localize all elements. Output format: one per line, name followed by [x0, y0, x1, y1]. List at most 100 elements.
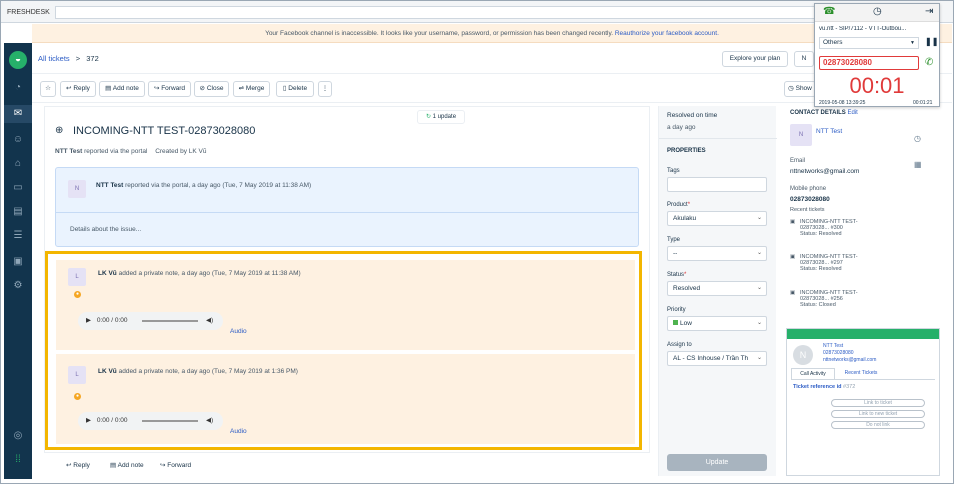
- call-type-select[interactable]: Others ▼: [819, 37, 919, 49]
- caller-number[interactable]: 02873028080: [823, 350, 854, 356]
- merge-icon: ⇌: [238, 85, 245, 92]
- audio-progress-bar[interactable]: [142, 420, 198, 422]
- audio-link[interactable]: Audio: [230, 328, 247, 335]
- tags-input[interactable]: [667, 177, 767, 192]
- update-button[interactable]: Update: [667, 454, 767, 471]
- product-select[interactable]: Akulaku ⌄: [667, 211, 767, 226]
- properties-heading: PROPERTIES: [667, 148, 706, 154]
- type-select[interactable]: -- ⌄: [667, 246, 767, 261]
- private-note: L LK Vũ added a private note, a day ago …: [56, 260, 635, 350]
- dashboard-icon[interactable]: ◔: [4, 79, 32, 97]
- audio-time: 0:00 / 0:00: [96, 317, 128, 324]
- recent-ticket-item[interactable]: ▣ INCOMING-NTT TEST- 02873028... #297 St…: [790, 254, 858, 272]
- recent-ticket-item[interactable]: ▣ INCOMING-NTT TEST- 02873028... #300 St…: [790, 219, 858, 237]
- pause-icon[interactable]: ❚❚: [925, 37, 938, 46]
- contact-name[interactable]: NTT Test: [816, 128, 842, 135]
- phone-icon[interactable]: ☎: [823, 6, 835, 17]
- product-value: Akulaku: [673, 215, 697, 222]
- reports-icon[interactable]: ☰: [4, 227, 32, 245]
- check-circle-icon: ⊘: [199, 85, 205, 92]
- note-author: LK Vũ: [98, 368, 117, 375]
- play-icon[interactable]: ▶: [86, 317, 91, 324]
- update-badge[interactable]: ↻ 1 update: [417, 110, 465, 124]
- show-activities-button[interactable]: ◷ Show: [784, 81, 816, 97]
- merge-label: Merge: [245, 85, 265, 92]
- call-type-value: Others: [823, 39, 843, 46]
- assign-select[interactable]: AL - CS Inhouse / Trần Th ⌄: [667, 351, 767, 366]
- tab-call-activity[interactable]: Call Activity: [791, 368, 835, 379]
- add-note-label: Add note: [117, 462, 144, 469]
- audio-link[interactable]: Audio: [230, 428, 247, 435]
- forward-button[interactable]: ↪ Forward: [148, 81, 191, 97]
- mobile-label: Mobile phone: [790, 186, 827, 192]
- play-icon[interactable]: ▶: [86, 417, 91, 424]
- bottom-add-note-button[interactable]: ▤ Add note: [110, 461, 144, 469]
- dial-number-input[interactable]: 02873028080: [819, 56, 919, 70]
- forums-icon[interactable]: ▤: [4, 203, 32, 221]
- chevron-down-icon: ⌄: [756, 320, 762, 326]
- link-to-new-ticket-button[interactable]: Link to new ticket: [831, 410, 925, 418]
- close-label: Close: [206, 85, 224, 92]
- resolved-label: Resolved on time: [667, 112, 718, 119]
- timer-icon[interactable]: ◷: [914, 134, 921, 143]
- new-button[interactable]: N: [794, 51, 814, 67]
- audio-player[interactable]: ▶ 0:00 / 0:00 ◀): [78, 412, 223, 430]
- audio-progress-bar[interactable]: [142, 320, 198, 322]
- avatar: L: [68, 366, 86, 384]
- close-button[interactable]: ⊘ Close: [194, 81, 229, 97]
- priority-select[interactable]: Low ⌄: [667, 316, 767, 331]
- social-icon[interactable]: ⌂: [4, 155, 32, 173]
- status-select[interactable]: Resolved ⌄: [667, 281, 767, 296]
- logout-icon[interactable]: ⇥: [925, 6, 933, 17]
- tab-recent-tickets[interactable]: Recent Tickets: [839, 368, 883, 379]
- add-note-button[interactable]: ▤ Add note: [99, 81, 145, 97]
- clock-icon[interactable]: ◷: [873, 6, 882, 17]
- admin-gear-icon[interactable]: ⚙: [4, 277, 32, 295]
- volume-icon[interactable]: ◀): [206, 312, 213, 330]
- ticket-icon: ▣: [790, 219, 796, 225]
- more-button[interactable]: ⋮: [318, 81, 332, 97]
- apps-grid-icon[interactable]: ⁞⁞: [4, 451, 32, 469]
- star-icon[interactable]: ☆: [40, 81, 56, 97]
- chevron-down-icon: ⌄: [756, 285, 762, 291]
- tickets-icon[interactable]: ✉: [4, 105, 32, 123]
- do-not-link-button[interactable]: Do not link: [831, 421, 925, 429]
- phone-widget: ☎ ◷ ⇥ vu.ntt - SIP/7112 - VTT-Outbou... …: [814, 3, 940, 107]
- contact-header: CONTACT DETAILS Edit: [790, 110, 858, 116]
- chat-icon[interactable]: ◎: [4, 427, 32, 445]
- phone-toolbar: ☎ ◷ ⇥: [815, 4, 939, 22]
- address-bar[interactable]: [55, 6, 825, 19]
- delete-button[interactable]: ▯ Delete: [276, 81, 314, 97]
- call-icon[interactable]: ✆: [925, 57, 933, 68]
- all-tickets-link[interactable]: All tickets: [38, 54, 70, 63]
- bottom-reply-button[interactable]: ↩ Reply: [66, 461, 90, 469]
- explore-plan-button[interactable]: Explore your plan: [722, 51, 788, 67]
- reply-button[interactable]: ↩ Reply: [60, 81, 96, 97]
- reply-label: Reply: [73, 85, 90, 92]
- chevron-down-icon: ⌄: [756, 352, 762, 365]
- caller-email[interactable]: nttnetworks@gmail.com: [823, 357, 876, 363]
- recent-ticket-item[interactable]: ▣ INCOMING-NTT TEST- 02873028... #256 St…: [790, 290, 858, 308]
- product-label-text: Product: [667, 202, 688, 208]
- volume-icon[interactable]: ◀): [206, 412, 213, 430]
- caller-name[interactable]: NTT Test: [823, 343, 843, 349]
- calendar-icon[interactable]: ▦: [914, 160, 922, 169]
- lock-icon: ●: [74, 393, 81, 400]
- solutions-icon[interactable]: ▭: [4, 179, 32, 197]
- forward-icon: ↪: [153, 85, 160, 92]
- contacts-icon[interactable]: ☺: [4, 131, 32, 149]
- freshdesk-logo-icon[interactable]: ◒: [9, 51, 27, 69]
- description-author: NTT Test: [96, 182, 124, 189]
- link-to-ticket-button[interactable]: Link to ticket: [831, 399, 925, 407]
- ticket-number: 372: [86, 54, 99, 63]
- breadcrumb: All tickets > 372: [38, 54, 99, 63]
- caller-avatar: N: [793, 345, 813, 365]
- bottom-forward-button[interactable]: ↪ Forward: [160, 461, 191, 469]
- reauthorize-link[interactable]: Reauthorize your facebook account.: [615, 30, 719, 37]
- requester-name[interactable]: NTT Test: [55, 148, 82, 155]
- note-meta: added a private note, a day ago (Tue, 7 …: [118, 270, 301, 277]
- audio-player[interactable]: ▶ 0:00 / 0:00 ◀): [78, 312, 223, 330]
- analytics-icon[interactable]: ▣: [4, 253, 32, 271]
- merge-button[interactable]: ⇌ Merge: [233, 81, 270, 97]
- edit-link[interactable]: Edit: [847, 110, 857, 116]
